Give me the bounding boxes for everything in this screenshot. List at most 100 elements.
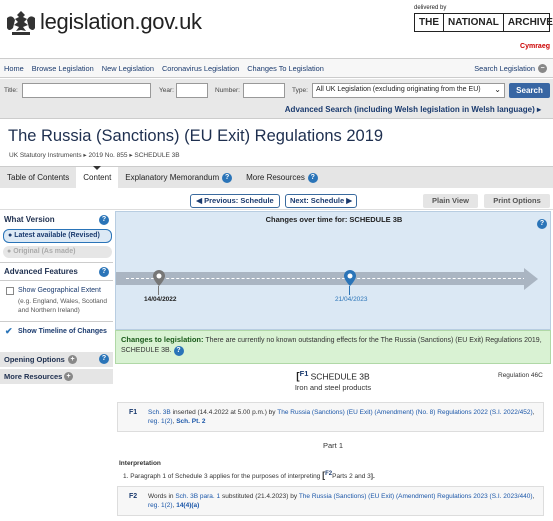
paragraph-1-close: ]. xyxy=(370,473,375,480)
footnote-text: inserted (14.4.2022 at 5.00 p.m.) by xyxy=(170,409,278,416)
nav-new-legislation[interactable]: New Legislation xyxy=(98,64,158,73)
footnote-f2: F2 Words in Sch. 3B para. 1 substituted … xyxy=(117,486,544,516)
what-version-heading[interactable]: What Version ? xyxy=(0,211,113,228)
geo-extent-note: (e.g. England, Wales, Scotland and North… xyxy=(18,298,108,314)
footnote-link[interactable]: reg. 1(2) xyxy=(148,502,173,509)
timeline-panel: Changes over time for: SCHEDULE 3B ? 14/… xyxy=(115,211,551,330)
royal-crest-icon[interactable] xyxy=(4,8,38,38)
year-input[interactable] xyxy=(176,83,208,98)
site-logo-text[interactable]: legislation.gov.uk xyxy=(40,9,202,35)
part-heading: Part 1 xyxy=(322,441,343,450)
advanced-features-heading[interactable]: Advanced Features ? xyxy=(0,262,113,279)
footnote-tag: F1 xyxy=(129,409,138,416)
search-button[interactable]: Search xyxy=(509,83,550,98)
previous-schedule-button[interactable]: ◀ Previous: Schedule xyxy=(190,194,280,208)
timeline-marker-1[interactable] xyxy=(153,270,165,286)
footnote-text: , xyxy=(532,409,535,416)
timeline-tick-1 xyxy=(158,286,159,295)
paragraph-1: 1. Paragraph 1 of Schedule 3 applies for… xyxy=(123,470,375,480)
latest-version-option[interactable]: ● Latest available (Revised) xyxy=(3,229,112,243)
tab-table-of-contents[interactable]: Table of Contents xyxy=(0,167,76,189)
checkmark-icon: ✔ xyxy=(5,326,13,336)
tab-label: Content xyxy=(83,173,112,182)
national-archives-logo[interactable]: delivered by THE NATIONAL ARCHIVES xyxy=(414,5,553,32)
plain-view-button[interactable]: Plain View xyxy=(423,194,478,208)
nav-browse-legislation[interactable]: Browse Legislation xyxy=(28,64,98,73)
advanced-search-link[interactable]: Advanced Search (including Welsh legisla… xyxy=(285,105,541,114)
delivered-by-label: delivered by xyxy=(414,5,447,11)
paragraph-1-amended-text: Parts 2 and 3 xyxy=(332,473,371,480)
title-label: Title: xyxy=(4,87,18,94)
footnote-link[interactable]: Sch. 3B xyxy=(148,409,171,416)
opening-options-label: Opening Options xyxy=(4,355,65,364)
archives-word-3: ARCHIVES xyxy=(507,17,553,28)
chevron-down-icon: ⌄ xyxy=(494,85,501,94)
help-icon[interactable]: ? xyxy=(222,172,233,183)
geo-extent-label: Show Geographical Extent xyxy=(18,287,101,294)
f1-annotation-link[interactable]: F1 xyxy=(300,369,309,378)
schedule-heading: [F1 SCHEDULE 3B Iron and steel products xyxy=(115,369,551,392)
advanced-features-label: Advanced Features xyxy=(4,267,78,276)
paragraph-1-text: 1. Paragraph 1 of Schedule 3 applies for… xyxy=(123,473,321,480)
footnote-link[interactable]: 14(4)(a) xyxy=(176,502,199,509)
original-version-option: ● Original (As made) xyxy=(3,246,112,258)
tab-content[interactable]: Content xyxy=(76,165,119,189)
tab-more-resources[interactable]: More Resources? xyxy=(239,167,325,189)
footnote-link[interactable]: Sch. 3B para. 1 xyxy=(175,493,220,500)
help-icon[interactable]: ? xyxy=(99,267,109,277)
tab-label: More Resources xyxy=(246,173,305,182)
timeline-date-2[interactable]: 21/04/2023 xyxy=(335,296,368,303)
regulation-reference: Regulation 46C xyxy=(498,372,543,379)
number-label: Number: xyxy=(215,87,240,94)
type-select-value: All UK Legislation (excluding originatin… xyxy=(316,86,481,93)
tab-explanatory-memorandum[interactable]: Explanatory Memorandum? xyxy=(118,167,239,189)
expand-icon: + xyxy=(68,355,77,364)
timeline-label: Show Timeline of Changes xyxy=(18,328,107,335)
site-header: legislation.gov.uk delivered by THE NATI… xyxy=(0,0,553,58)
next-schedule-button[interactable]: Next: Schedule ▶ xyxy=(285,194,357,208)
help-icon[interactable]: ? xyxy=(173,346,184,356)
help-icon[interactable]: ? xyxy=(537,219,547,229)
type-select[interactable]: All UK Legislation (excluding originatin… xyxy=(312,83,505,98)
title-input[interactable] xyxy=(22,83,151,98)
timeline-date-1[interactable]: 14/04/2022 xyxy=(144,296,177,303)
footnote-text: substituted (21.4.2023) by xyxy=(220,493,299,500)
top-navigation: Home Browse Legislation New Legislation … xyxy=(0,58,553,78)
footnote-link[interactable]: The Russia (Sanctions) (EU Exit) (Amendm… xyxy=(277,409,532,416)
nav-home[interactable]: Home xyxy=(0,64,28,73)
timeline-heading: Changes over time for: SCHEDULE 3B xyxy=(265,215,403,224)
search-legislation-toggle[interactable]: Search Legislation − xyxy=(474,63,553,73)
changes-label: Changes to legislation: xyxy=(121,335,204,344)
help-icon[interactable]: ? xyxy=(99,354,109,364)
archives-word-1: THE xyxy=(415,14,444,31)
opening-options-heading[interactable]: Opening Options + ? xyxy=(0,352,113,367)
content-tabs: Table of Contents Content Explanatory Me… xyxy=(0,165,553,189)
footnote-link[interactable]: The Russia (Sanctions) (EU Exit) (Amendm… xyxy=(299,493,533,500)
nav-coronavirus-legislation[interactable]: Coronavirus Legislation xyxy=(158,64,243,73)
footnote-link[interactable]: reg. 1(2) xyxy=(148,418,173,425)
footnote-text: , xyxy=(532,493,535,500)
expand-icon: + xyxy=(64,372,73,381)
geo-extent-checkbox[interactable] xyxy=(6,287,14,295)
number-input[interactable] xyxy=(243,83,285,98)
help-icon[interactable]: ? xyxy=(307,172,318,183)
latest-version-label: Latest available (Revised) xyxy=(14,232,100,239)
print-options-button[interactable]: Print Options xyxy=(484,194,550,208)
nav-changes-to-legislation[interactable]: Changes To Legislation xyxy=(243,64,328,73)
geo-extent-option[interactable]: Show Geographical Extent (e.g. England, … xyxy=(0,280,113,320)
cymraeg-link[interactable]: Cymraeg xyxy=(520,43,550,50)
more-resources-heading[interactable]: More Resources + xyxy=(0,369,113,384)
footnote-link[interactable]: Sch. Pt. 2 xyxy=(176,418,205,425)
timeline-tick-2 xyxy=(349,286,350,295)
timeline-marker-2[interactable] xyxy=(344,270,356,286)
original-version-label: Original (As made) xyxy=(13,248,76,255)
search-legislation-label: Search Legislation xyxy=(474,63,535,73)
help-icon[interactable]: ? xyxy=(99,215,109,225)
timeline-arrow xyxy=(524,268,538,290)
type-label: Type: xyxy=(292,87,308,94)
schedule-subheading: Iron and steel products xyxy=(294,382,372,392)
tab-label: Table of Contents xyxy=(7,173,70,182)
breadcrumb[interactable]: UK Statutory Instruments ▸ 2019 No. 855 … xyxy=(9,151,180,159)
footnote-tag: F2 xyxy=(129,493,138,500)
timeline-option[interactable]: ✔ Show Timeline of Changes xyxy=(0,321,113,349)
